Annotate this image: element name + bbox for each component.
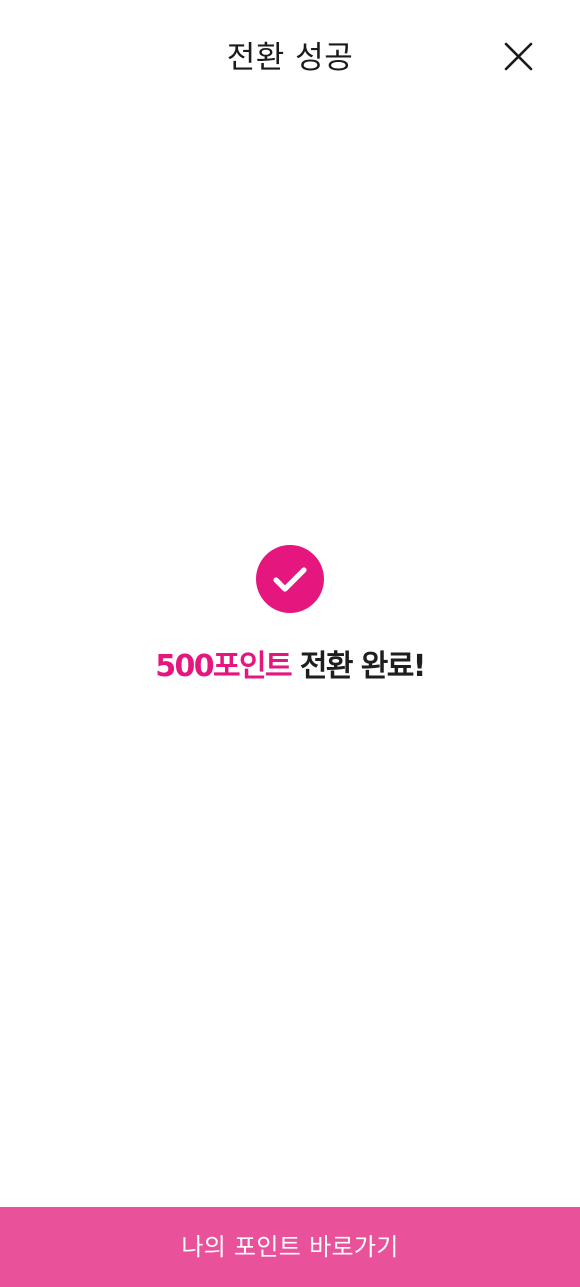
my-points-button[interactable]: 나의 포인트 바로가기 [0, 1207, 580, 1287]
conversion-success-screen: 전환 성공 500포인트 전환 완료! 나의 포인트 바로가기 [0, 0, 580, 1287]
header: 전환 성공 [0, 0, 580, 116]
complete-text: 전환 완료! [291, 649, 427, 684]
close-button[interactable] [496, 34, 542, 80]
check-circle-icon [256, 545, 324, 613]
conversion-complete-message: 500포인트 전환 완료! [0, 644, 580, 690]
page-title: 전환 성공 [226, 40, 354, 76]
points-amount: 500포인트 [155, 649, 292, 684]
success-check-icon [256, 545, 324, 613]
close-icon [504, 42, 533, 71]
